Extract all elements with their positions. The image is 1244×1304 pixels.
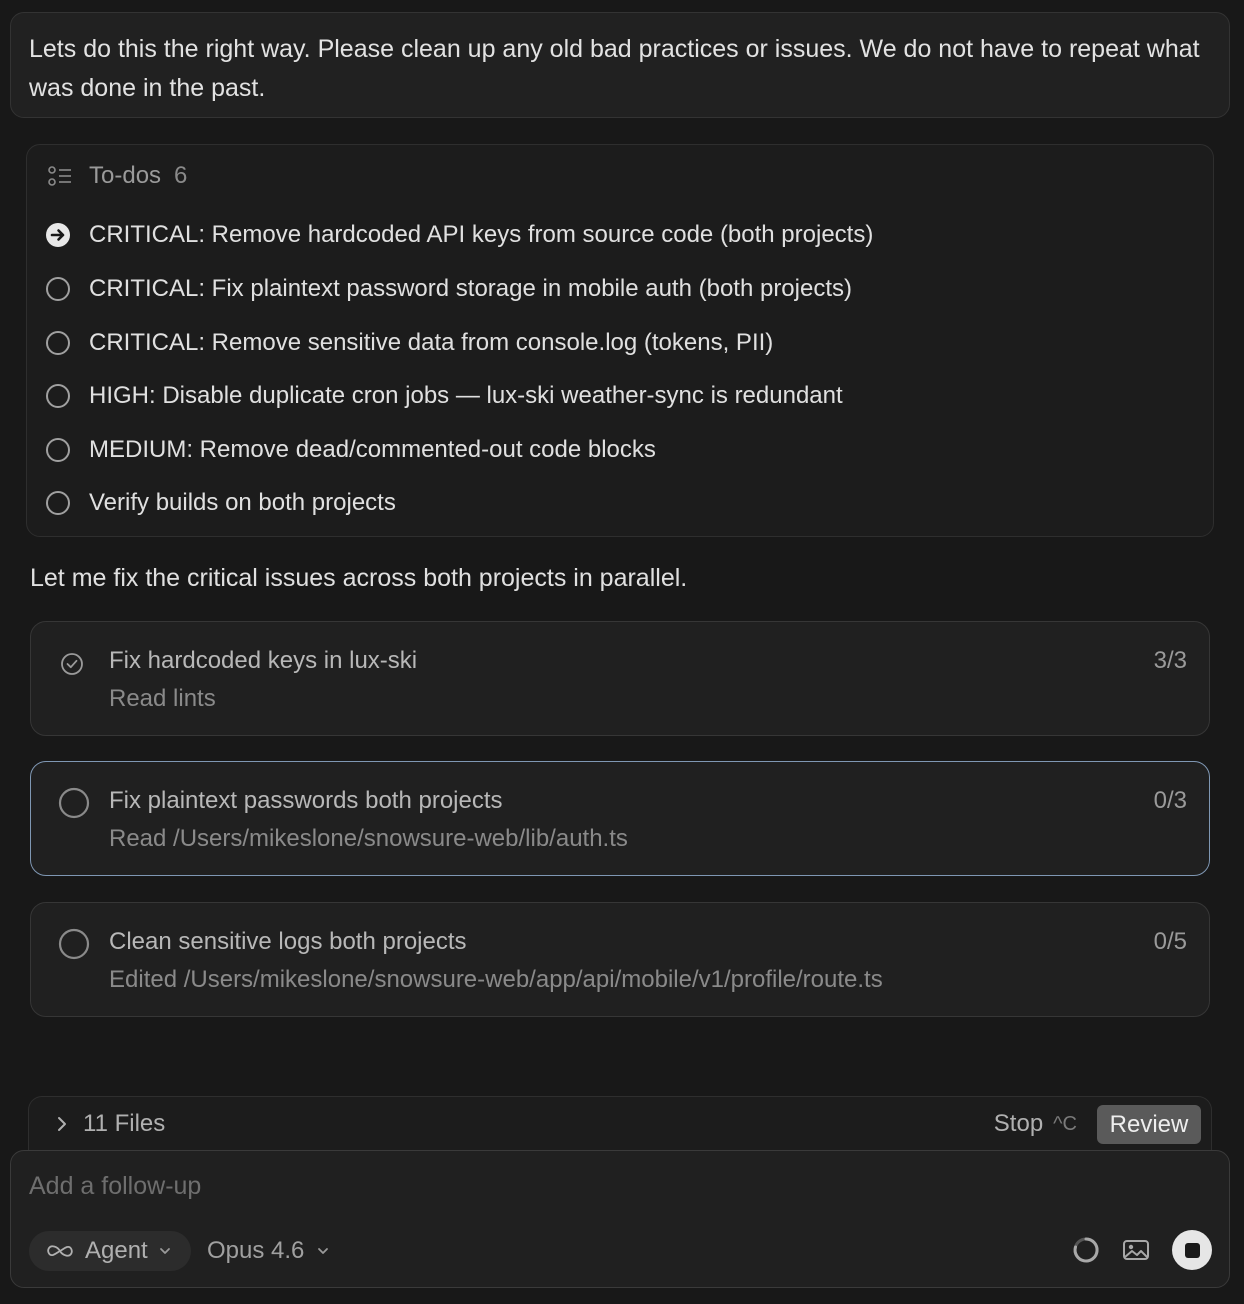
chevron-right-icon[interactable] (53, 1115, 71, 1133)
empty-circle-icon (45, 437, 71, 463)
model-label: Opus 4.6 (207, 1237, 305, 1264)
stop-square (1184, 1242, 1200, 1258)
task-subtitle: Read lints (109, 685, 216, 712)
todo-label: CRITICAL: Remove sensitive data from con… (89, 329, 774, 356)
mode-selector[interactable]: Agent (29, 1231, 191, 1271)
todo-item: CRITICAL: Remove sensitive data from con… (45, 325, 773, 361)
context-ring-icon[interactable] (1071, 1235, 1101, 1265)
list-icon (47, 163, 73, 189)
todos-count: 6 (174, 162, 188, 189)
image-icon[interactable] (1121, 1235, 1151, 1265)
stop-button[interactable]: Stop ^C (994, 1109, 1077, 1139)
chevron-down-icon (158, 1244, 172, 1258)
todos-panel: To-dos 6 CRITICAL: Remove hardcoded API … (26, 144, 1214, 537)
todo-item: CRITICAL: Remove hardcoded API keys from… (45, 217, 873, 253)
todo-item: CRITICAL: Fix plaintext password storage… (45, 271, 852, 307)
task-subtitle: Read /Users/mikeslone/snowsure-web/lib/a… (109, 825, 628, 852)
task-title: Fix hardcoded keys in lux-ski (109, 647, 418, 674)
todo-item: HIGH: Disable duplicate cron jobs — lux-… (45, 378, 843, 414)
composer: Add a follow-up Agent Opus 4.6 (10, 1150, 1230, 1288)
empty-circle-icon (45, 490, 71, 516)
chevron-down-icon (316, 1244, 330, 1258)
subagent-task-card[interactable]: Clean sensitive logs both projects Edite… (30, 902, 1210, 1017)
files-toggle[interactable]: 11 Files (83, 1109, 165, 1139)
subagent-task-card[interactable]: Fix plaintext passwords both projects Re… (30, 761, 1210, 876)
follow-up-input[interactable]: Add a follow-up (29, 1169, 201, 1203)
stop-shortcut: ^C (1053, 1113, 1077, 1135)
todos-title: To-dos (89, 162, 162, 189)
model-selector[interactable]: Opus 4.6 (207, 1231, 330, 1271)
check-circle-icon (57, 646, 91, 680)
todos-header[interactable]: To-dos 6 (47, 159, 187, 193)
task-title: Fix plaintext passwords both projects (109, 787, 503, 814)
todo-label: CRITICAL: Remove hardcoded API keys from… (89, 221, 874, 248)
task-subtitle: Edited /Users/mikeslone/snowsure-web/app… (109, 966, 883, 993)
task-progress: 0/5 (1153, 928, 1187, 955)
empty-circle-icon (45, 330, 71, 356)
subagent-task-card[interactable]: Fix hardcoded keys in lux-ski Read lints… (30, 621, 1210, 736)
empty-circle-icon (45, 383, 71, 409)
stop-icon[interactable] (1172, 1230, 1212, 1270)
changed-files-bar: 11 Files Stop ^C Review (28, 1096, 1212, 1156)
task-progress: 3/3 (1153, 647, 1187, 674)
empty-circle-icon (57, 786, 91, 820)
user-message: Lets do this the right way. Please clean… (10, 12, 1230, 118)
task-title: Clean sensitive logs both projects (109, 928, 467, 955)
todo-item: MEDIUM: Remove dead/commented-out code b… (45, 432, 656, 468)
todo-label: CRITICAL: Fix plaintext password storage… (89, 275, 852, 302)
arrow-circle-icon (45, 222, 71, 248)
empty-circle-icon (45, 276, 71, 302)
todo-label: Verify builds on both projects (89, 489, 396, 516)
user-message-text: Lets do this the right way. Please clean… (29, 35, 1200, 102)
todo-item: Verify builds on both projects (45, 485, 396, 521)
todo-label: MEDIUM: Remove dead/commented-out code b… (89, 436, 656, 463)
infinity-icon (45, 1242, 75, 1260)
mode-label: Agent (85, 1237, 148, 1264)
stop-label: Stop (993, 1110, 1044, 1137)
empty-circle-icon (57, 927, 91, 961)
review-button[interactable]: Review (1097, 1105, 1201, 1144)
task-progress: 0/3 (1153, 787, 1187, 814)
assistant-message: Let me fix the critical issues across bo… (30, 564, 688, 592)
todo-label: HIGH: Disable duplicate cron jobs — lux-… (89, 382, 843, 409)
